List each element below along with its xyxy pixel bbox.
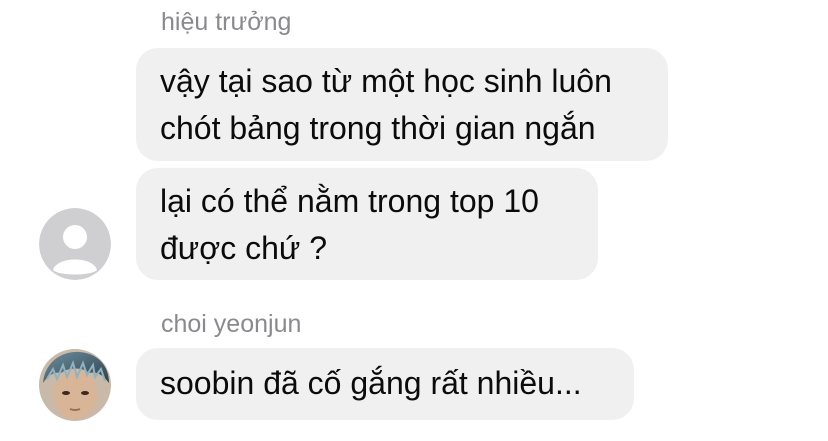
message-bubble[interactable]: lại có thể nằm trong top 10 được chứ ? xyxy=(136,168,598,280)
message-text-line: soobin đã cố gắng rất nhiều... xyxy=(160,365,582,401)
sender-name: choi yeonjun xyxy=(161,310,302,338)
chat-thread: hiệu trưởng vậy tại sao từ một học sinh … xyxy=(0,0,828,441)
message-bubble[interactable]: vậy tại sao từ một học sinh luôn chót bả… xyxy=(136,48,668,161)
sender-name: hiệu trưởng xyxy=(161,8,292,36)
message-bubble[interactable]: soobin đã cố gắng rất nhiều... xyxy=(136,348,634,420)
message-text-line: chót bảng trong thời gian ngắn xyxy=(160,110,596,146)
message-text-line: lại có thể nằm trong top 10 xyxy=(160,183,539,219)
profile-photo[interactable] xyxy=(39,349,111,421)
message-text-line: vậy tại sao từ một học sinh luôn xyxy=(160,63,612,99)
message-text-line: được chứ ? xyxy=(160,230,327,266)
default-person-icon[interactable] xyxy=(39,208,111,280)
